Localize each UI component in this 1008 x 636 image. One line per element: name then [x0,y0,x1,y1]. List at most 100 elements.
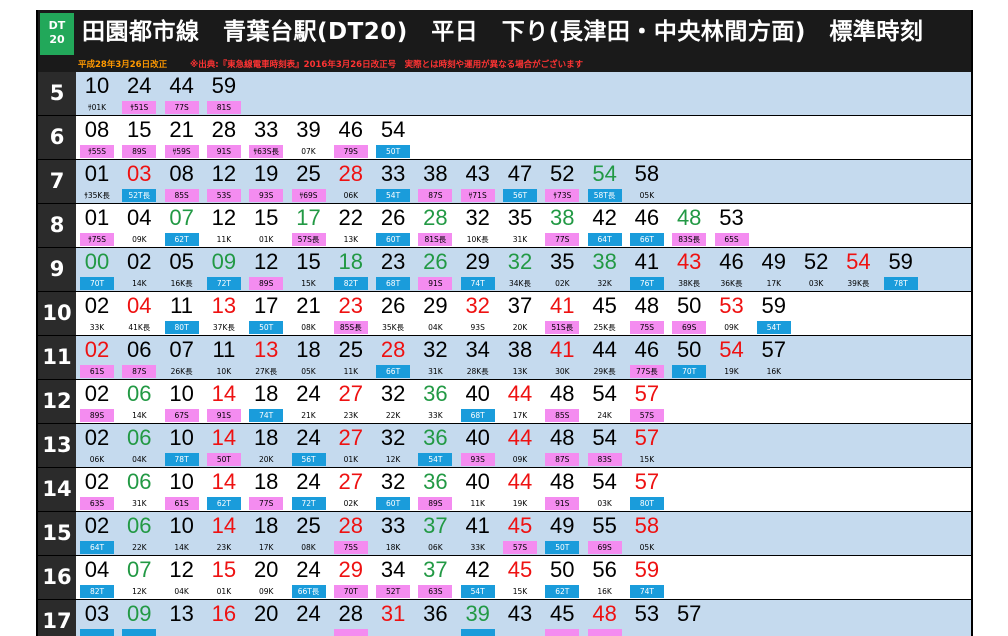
train-run-code: ｻ59S [164,145,199,158]
departure-cell: 46 77S長 [629,336,666,379]
departure-cell: 36 [418,600,454,636]
departure-minute: 54 [592,425,617,450]
departure-minute: 43 [465,161,490,186]
train-run-code: 85S [545,409,580,422]
train-run-code: 16K長 [170,279,193,288]
departure-cell: 13 37K長 [207,292,243,335]
page-title: 田園都市線 青葉台駅(DT20) 平日 下り(長津田・中央林間方面) 標準時刻 [82,19,924,45]
departure-minute: 02 [84,337,110,362]
train-run-code: 72T [206,277,241,290]
departure-cell: 28 81S長 [418,204,454,247]
departure-minute: 47 [507,161,533,186]
train-run-code: 36K長 [720,279,743,288]
train-run-code: 68T [376,277,411,290]
train-run-code: ｻ01K [87,103,107,112]
departure-minute: 53 [634,601,660,626]
departure-cell: 35 31K [503,204,539,247]
departure-minute: 42 [592,205,617,230]
departure-minute: 45 [550,601,575,626]
train-run-code: 09K [512,455,528,464]
departure-cell: 10 78T [164,424,201,467]
departure-minute: 11 [212,337,236,362]
departure-cell: 04 09K [122,204,158,247]
hour-row: 16 04 82T 07 12K 12 04K 15 01K 20 09K 24 66T長 29 70T 34… [38,556,971,600]
departure-minute: 48 [550,381,575,406]
departure-minute: 24 [296,469,321,494]
source-note-bar: 平成28年3月26日改正 ※出典:『東急線電車時刻表』2016年3月26日改正号… [38,58,971,72]
departure-cell: 12 89S [249,248,285,291]
departure-minute: 12 [169,557,194,582]
train-run-code: ｻ55S [80,145,114,158]
train-run-code: 78T [164,453,199,466]
departure-minute: 00 [84,249,110,274]
departure-minute: 53 [719,205,744,230]
train-run-code: 24K [597,411,612,420]
departure-cell: 01 ｻ75S [80,204,116,247]
departure-minute: 40 [465,381,490,406]
train-run-code: 27K長 [255,367,278,376]
train-run-code: 50T [206,453,241,466]
departure-cell: 28 06K [334,160,370,203]
departure-cell: 48 87S [545,424,581,467]
departure-cell: 54 58T長 [587,160,624,203]
departure-minute: 43 [676,249,702,274]
departure-minute: 48 [592,601,617,626]
departure-cell: 39 [460,600,497,636]
train-run-code: 32K [597,279,612,288]
departure-cell: 06 87S [122,336,158,379]
train-run-code: 50T [545,541,580,554]
departure-cell: 25 11K [334,336,370,379]
departure-cell: 11 80T [164,292,201,335]
departure-cell: 41 51S長 [545,292,581,335]
departure-cell: 05 16K長 [165,248,201,291]
train-run-code: 89S [122,145,157,158]
departure-minute: 45 [507,557,533,582]
departure-minute: 37 [423,557,448,582]
departure-minute: 44 [507,381,533,406]
departure-cell: 57 57S [629,380,666,423]
departure-minute: 07 [169,205,194,230]
departure-cell: 11 10K [207,336,243,379]
departure-cell: 17 57S長 [291,204,328,247]
departure-cell: 54 39K長 [841,248,877,291]
departure-cell: 06 14K [122,380,158,423]
departure-cell: 01 ｻ35K長 [80,160,116,203]
departure-minute: 54 [380,117,406,142]
departure-minute: 02 [84,293,110,318]
hour-label: 16 [38,556,76,599]
departure-cell: 16 [207,600,243,636]
train-run-code: 93S [249,189,284,202]
departure-cell: 06 04K [122,424,158,467]
departure-minute: 41 [634,249,660,274]
departure-minute: 57 [761,337,787,362]
departure-minute: 14 [211,513,237,538]
train-run-code: 69S [587,541,622,554]
departure-cell: 57 15K [630,424,666,467]
train-run-code: 65S [714,233,749,246]
departure-cell: 04 82T [80,556,116,599]
train-run-code: 23K [343,411,359,420]
departure-cell: 10 61S [164,468,201,511]
departure-cell: 28 75S [333,512,370,555]
departure-cell: 24 ｻ51S [122,72,158,115]
departure-cell: 10 ｻ01K [80,72,116,115]
departure-cell: 24 72T [291,468,328,511]
departure-minute: 45 [592,293,617,318]
departure-cell: 50 62T [545,556,581,599]
train-run-code: 53S [206,189,241,202]
departure-minute: 52 [803,249,829,274]
departure-minute: 48 [676,205,702,230]
line-code: DT [48,19,66,32]
train-run-code: 11K [470,499,485,508]
departure-minute: 49 [550,513,575,538]
departure-minute: 03 [84,601,110,626]
departure-minute: 59 [634,557,660,582]
departure-cell: 24 66T長 [291,556,328,599]
departure-cell: 58 05K [630,512,666,555]
train-run-code: 89S [80,409,114,422]
hour-row: 17 03 09 13 16 20 24 28 31 36 39 43 45 48 53 57 [38,600,971,636]
train-run-code [672,629,706,636]
train-run-code: 18K [385,543,401,552]
train-run-code: 70T [333,585,368,598]
train-run-code: 01K [258,235,274,244]
